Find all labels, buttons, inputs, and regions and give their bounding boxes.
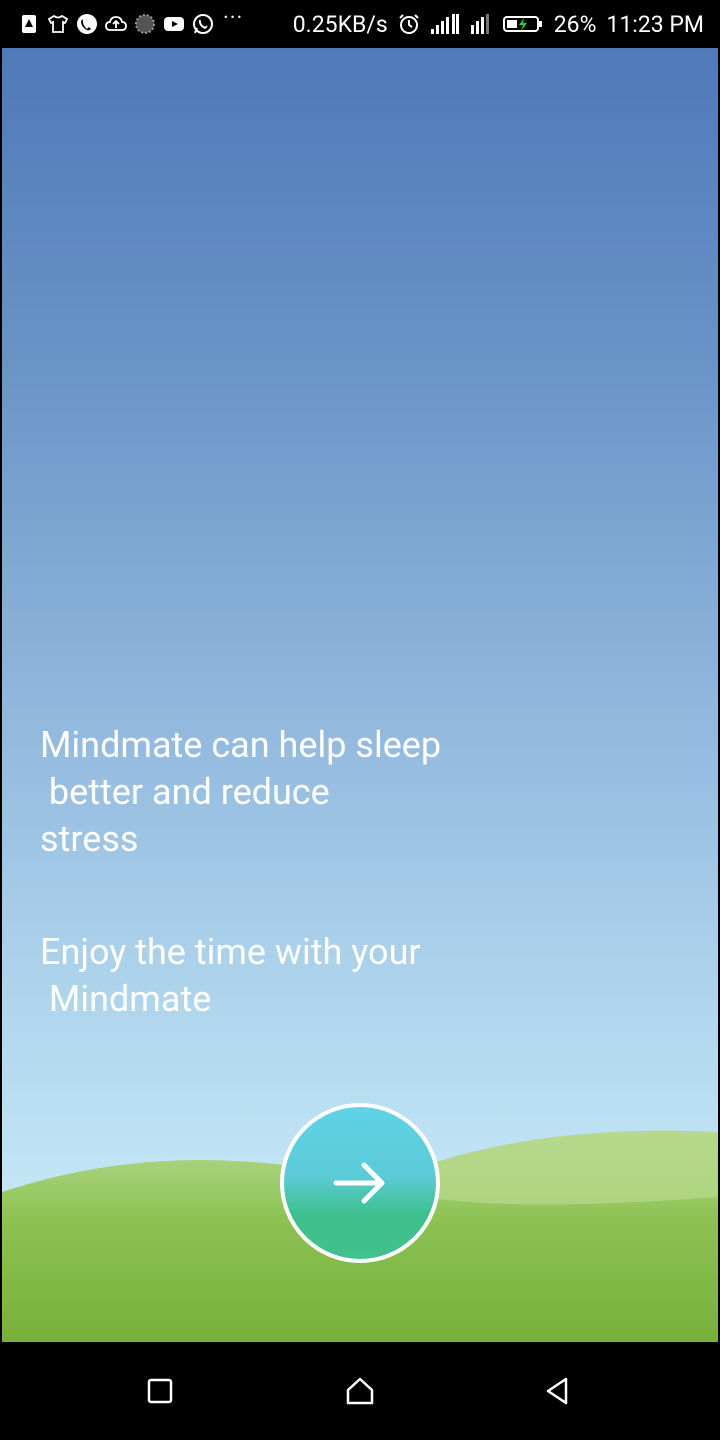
notification-icons: ··· — [18, 8, 243, 35]
clock-time: 11:23 PM — [606, 10, 704, 38]
youtube-icon — [163, 13, 185, 35]
signal-bars-icon — [430, 13, 460, 35]
system-status: 0.25KB/s 26% 11:23 PM — [293, 11, 704, 38]
navigation-bar — [0, 1342, 720, 1440]
more-notifications-icon: ··· — [223, 6, 244, 31]
screen: ··· 0.25KB/s 26% 11:23 PM Mindmate can h… — [0, 0, 720, 1440]
back-triangle-icon — [546, 1377, 568, 1405]
intro-message-sleep: Mindmate can help sleep better and reduc… — [40, 724, 442, 860]
home-button[interactable] — [340, 1371, 380, 1411]
back-button[interactable] — [538, 1371, 578, 1411]
signal-bars-2-icon — [470, 13, 492, 35]
battery-charging-icon — [502, 13, 544, 35]
status-bar: ··· 0.25KB/s 26% 11:23 PM — [0, 0, 720, 48]
loading-spinner-icon — [134, 13, 156, 35]
battery-percent: 26% — [553, 10, 597, 38]
cloud-upload-icon — [105, 13, 127, 35]
recents-button[interactable] — [140, 1371, 180, 1411]
arrow-right-icon — [333, 1162, 385, 1204]
home-icon — [346, 1377, 374, 1405]
intro-message-enjoy: Enjoy the time with your Mindmate — [40, 931, 421, 1020]
network-speed: 0.25KB/s — [292, 10, 388, 38]
recents-square-icon — [147, 1378, 173, 1404]
next-button[interactable] — [280, 1103, 440, 1263]
alarm-icon — [398, 13, 420, 35]
onboarding-screen: Mindmate can help sleep better and reduc… — [2, 48, 718, 1342]
tshirt-icon — [47, 13, 69, 35]
sim-alert-icon — [18, 13, 40, 35]
whatsapp-icon — [192, 13, 214, 35]
phone-call-icon — [76, 13, 98, 35]
